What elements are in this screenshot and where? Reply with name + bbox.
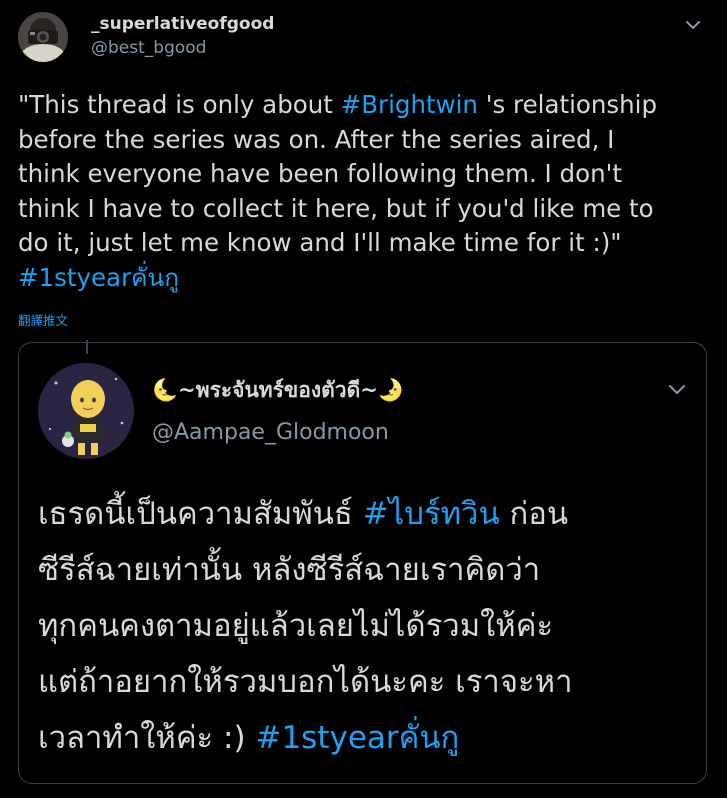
quoted-tweet-text: เธรดนี้เป็นความสัมพันธ์ #ไบร์ทวิน ก่อน ซ… xyxy=(38,486,698,766)
quoted-author-handle[interactable]: @Aampae_Glodmoon xyxy=(152,420,389,445)
tweet-menu-button[interactable] xyxy=(676,8,710,42)
author-avatar[interactable] xyxy=(18,12,68,62)
quoted-text-line: เวลาทำให้ค่ะ :) #1styearคั่นกู xyxy=(38,710,698,766)
tweet-text-line: "This thread is only about #Brightwin 's… xyxy=(18,88,718,123)
quoted-text-segment: เวลาทำให้ค่ะ :) xyxy=(38,720,256,756)
quoted-text-segment: เธรดนี้เป็นความสัมพันธ์ xyxy=(38,496,363,532)
quoted-text-line: แต่ถ้าอยากให้รวมบอกได้นะคะ เราจะหา xyxy=(38,664,573,700)
chevron-down-icon xyxy=(686,21,700,29)
cartoon-avatar-icon xyxy=(38,363,134,459)
hashtag-link[interactable]: #1styearคั่นกู xyxy=(18,261,718,296)
tweet-text-line: before the series was on. After the seri… xyxy=(18,124,615,154)
quoted-author-display-name[interactable]: 🌜~พระจันทร์ของตัวดี~🌛 xyxy=(152,374,404,407)
quoted-text-line: เธรดนี้เป็นความสัมพันธ์ #ไบร์ทวิน ก่อน xyxy=(38,486,698,542)
hashtag-link[interactable]: #Brightwin xyxy=(341,90,478,119)
quoted-text-line: ทุกคนคงตามอยู่แล้วเลยไม่ได้รวมให้ค่ะ xyxy=(38,608,554,644)
chevron-down-icon xyxy=(669,385,685,394)
tweet-text-segment: 's relationship xyxy=(477,90,658,119)
camera-avatar-icon xyxy=(18,12,68,62)
hashtag-link[interactable]: #ไบร์ทวิน xyxy=(363,496,500,532)
author-display-name[interactable]: _superlativeofgood xyxy=(91,14,274,34)
tweet-text-line: think everyone have been following them.… xyxy=(18,159,622,188)
tweet-text-segment: "This thread is only about xyxy=(18,90,341,119)
translate-tweet-link[interactable]: 翻譯推文 xyxy=(18,310,68,329)
quoted-text-line: ซีรีส์ฉายเท่านั้น หลังซีรีส์ฉายเราคิดว่า xyxy=(38,552,541,588)
quoted-text-segment: ก่อน xyxy=(499,496,569,532)
hashtag-link[interactable]: #1styearคั่นกู xyxy=(255,720,459,756)
tweet-text: "This thread is only about #Brightwin 's… xyxy=(18,88,718,295)
tweet-text-line: do it, just let me know and I'll make ti… xyxy=(18,228,622,257)
author-handle[interactable]: @best_bgood xyxy=(91,38,206,58)
quoted-author-avatar[interactable] xyxy=(38,363,134,459)
quoted-tweet-menu-button[interactable] xyxy=(660,375,694,405)
tweet-text-line: think I have to collect it here, but if … xyxy=(18,193,654,223)
